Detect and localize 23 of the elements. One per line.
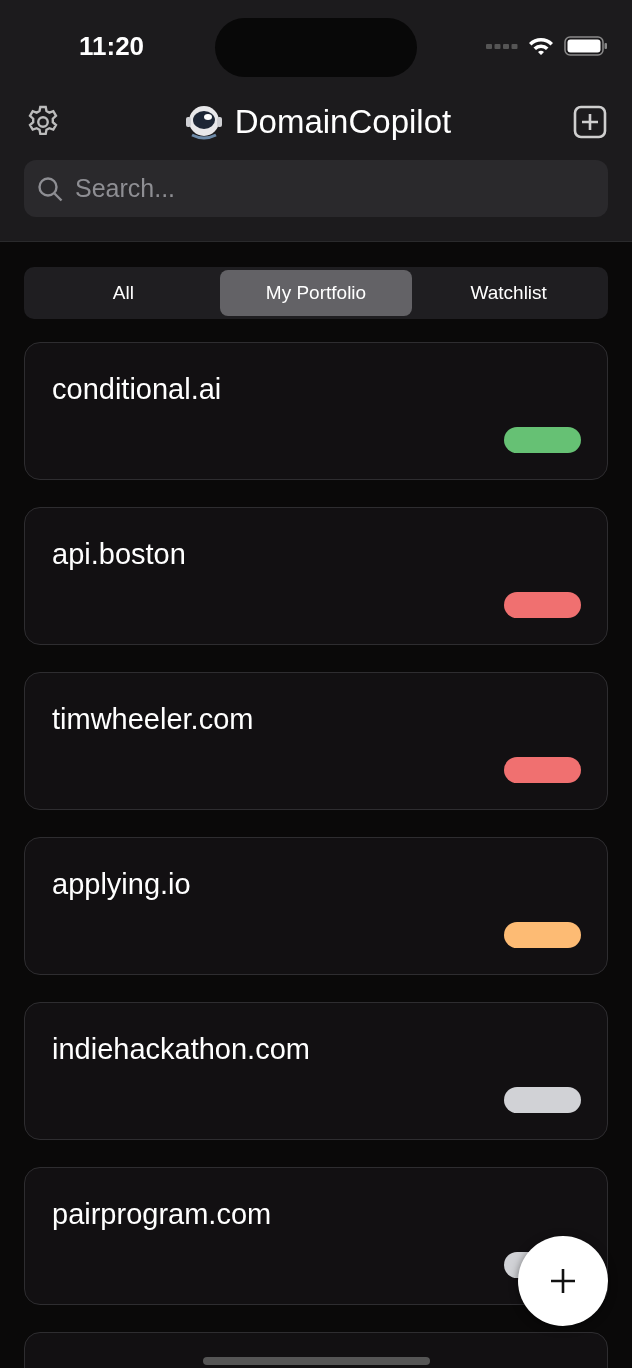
- battery-icon: [564, 35, 608, 57]
- domain-card[interactable]: api.boston: [24, 507, 608, 645]
- domain-card[interactable]: indiehackathon.com: [24, 1002, 608, 1140]
- domain-card[interactable]: conditional.ai: [24, 342, 608, 480]
- plus-icon: [549, 1267, 577, 1295]
- wifi-icon: [528, 36, 554, 56]
- search-field[interactable]: Search...: [24, 160, 608, 217]
- domain-name: conditional.ai: [52, 373, 223, 406]
- domain-name: indiehackathon.com: [52, 1033, 311, 1066]
- filter-tab[interactable]: All: [27, 270, 220, 316]
- domain-name: timwheeler.com: [52, 703, 255, 736]
- domain-name: pairprogram.com: [52, 1198, 273, 1231]
- filter-tab[interactable]: Watchlist: [412, 270, 605, 316]
- app-logo-text: DomainCopilot: [234, 103, 452, 141]
- add-square-icon[interactable]: [572, 104, 608, 140]
- filter-tab[interactable]: My Portfolio: [219, 270, 413, 316]
- status-time: 11:20: [79, 30, 145, 62]
- domain-name: applying.io: [52, 868, 192, 901]
- signal-icon: [486, 42, 518, 50]
- domain-name: api.boston: [52, 538, 187, 571]
- domain-card[interactable]: timwheeler.com: [24, 672, 608, 810]
- domain-card[interactable]: pairprogram.com: [24, 1167, 608, 1305]
- domain-card[interactable]: applying.io: [24, 837, 608, 975]
